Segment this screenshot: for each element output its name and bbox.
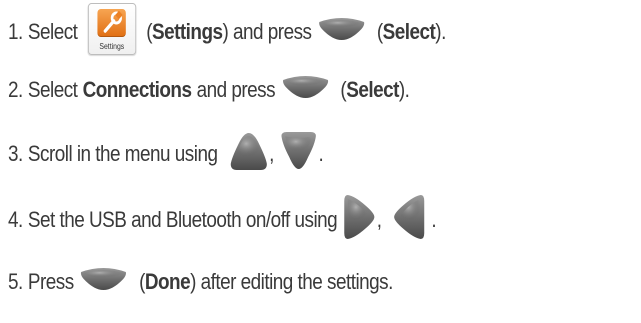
step-number: 5. [8,269,23,294]
step-text: Scroll in the menu using [27,141,218,166]
left-key-icon [392,192,426,248]
step-bold-term: Done [144,269,191,294]
close-paren-period: ). [435,19,446,44]
down-key-icon [279,130,319,178]
up-key-icon [228,130,269,178]
wrench-icon [97,9,126,37]
separator-comma: , [269,141,274,166]
settings-icon: Settings [87,3,136,55]
close-paren-period: ). [398,77,410,102]
settings-icon-caption: Settings [99,42,125,51]
select-key-icon [280,74,330,106]
step-4: 4. Set the USB and Bluetooth on/off usin… [8,192,437,248]
select-key-icon [79,266,129,298]
separator-comma: , [376,207,382,232]
step-text: Press [27,269,74,294]
step-text: ) after editing the settings. [190,269,393,294]
step-number: 4. [8,207,23,232]
step-5: 5. Press (Done) after editing the settin… [8,261,393,303]
step-text: Select [27,77,78,102]
step-bold-term: Select [382,19,436,44]
step-bold-term: Connections [82,77,192,102]
step-number: 1. [8,19,23,44]
instructions: 1. Select Settings (Settings) and press … [0,0,641,323]
step-text: and press [196,77,276,102]
terminal-period: . [431,207,437,232]
step-bold-term: Select [346,77,399,102]
select-key-icon [317,16,367,48]
right-key-icon [342,192,376,248]
step-bold-term: Settings [151,19,223,44]
step-text: Set the USB and Bluetooth on/off using [27,207,338,232]
terminal-period: . [318,141,324,166]
step-3: 3. Scroll in the menu using , . [8,130,324,178]
step-text: ) and press [222,19,313,44]
step-2: 2. Select Connections and press (Select)… [8,70,410,110]
step-number: 2. [8,77,23,102]
step-1: 1. Select Settings (Settings) and press … [8,0,446,64]
step-text: Select [27,19,78,44]
step-number: 3. [8,141,23,166]
